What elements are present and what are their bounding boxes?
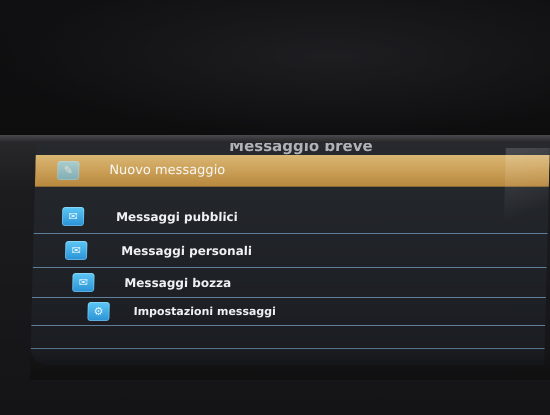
- menu-item-label: Nuovo messaggio: [109, 163, 226, 178]
- message-settings-icon: ⚙: [87, 302, 110, 321]
- public-messages-icon: ✉: [61, 207, 85, 226]
- menu-item-impostazioni-messaggi[interactable]: ⚙ Impostazioni messaggi: [31, 298, 546, 326]
- empty-menu-row: [30, 326, 546, 349]
- menu-item-messaggi-pubblici[interactable]: ✉ Messaggi pubblici: [33, 200, 549, 234]
- screen-lower-shadow: [30, 350, 550, 380]
- personal-messages-icon: ✉: [64, 241, 88, 260]
- menu-item-label: Messaggi bozza: [124, 275, 232, 290]
- menu-item-label: Messaggi personali: [121, 243, 253, 258]
- menu-item-messaggi-personali[interactable]: ✉ Messaggi personali: [32, 234, 548, 268]
- menu-item-nuovo-messaggio[interactable]: ✎ Nuovo messaggio: [34, 155, 550, 187]
- screen-title: Messaggio breve: [228, 143, 373, 155]
- device-photo: Messaggio breve ✎ Nuovo messaggio ✉ Mess…: [0, 0, 550, 415]
- ambient-glare: [0, 0, 550, 140]
- bezel-edge: [0, 135, 550, 143]
- menu-item-label: Messaggi pubblici: [115, 209, 238, 224]
- menu-item-messaggi-bozza[interactable]: ✉ Messaggi bozza: [31, 268, 547, 298]
- menu-item-label: Impostazioni messaggi: [133, 305, 277, 318]
- screen-reflection: [503, 148, 550, 238]
- new-message-icon: ✎: [57, 161, 80, 180]
- draft-messages-icon: ✉: [72, 273, 95, 292]
- lcd-screen: Messaggio breve ✎ Nuovo messaggio ✉ Mess…: [30, 143, 550, 365]
